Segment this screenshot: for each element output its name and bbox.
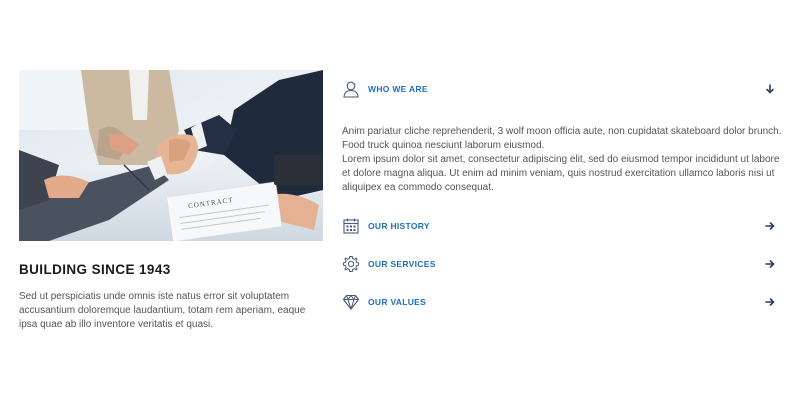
arrow-right-icon[interactable] bbox=[764, 258, 776, 270]
accordion: WHO WE ARE Anim pariatur cliche reprehen… bbox=[342, 78, 782, 313]
arrow-right-icon[interactable] bbox=[764, 220, 776, 232]
accordion-item-our-history[interactable]: OUR HISTORY bbox=[342, 215, 782, 237]
accordion-title: OUR HISTORY bbox=[368, 221, 430, 231]
diamond-icon bbox=[342, 293, 360, 311]
section-heading: BUILDING SINCE 1943 bbox=[19, 262, 171, 277]
panel-paragraph: Lorem ipsum dolor sit amet, consectetur … bbox=[342, 154, 780, 193]
accordion-item-our-services[interactable]: OUR SERVICES bbox=[342, 253, 782, 275]
section-description: Sed ut perspiciatis unde omnis iste natu… bbox=[19, 291, 306, 330]
accordion-item-our-values[interactable]: OUR VALUES bbox=[342, 291, 782, 313]
accordion-item-who-we-are[interactable]: WHO WE ARE bbox=[342, 78, 782, 100]
accordion-panel-who-we-are: Anim pariatur cliche reprehenderit, 3 wo… bbox=[342, 125, 782, 195]
panel-paragraph: Anim pariatur cliche reprehenderit, 3 wo… bbox=[342, 126, 782, 151]
accordion-title: WHO WE ARE bbox=[368, 84, 428, 94]
arrow-right-icon[interactable] bbox=[764, 296, 776, 308]
arrow-down-icon[interactable] bbox=[764, 83, 776, 95]
feature-column: CONTRACT BUILDING SINCE 1943 Sed ut pers… bbox=[19, 70, 323, 332]
calendar-icon bbox=[342, 217, 360, 235]
accordion-title: OUR SERVICES bbox=[368, 259, 436, 269]
user-icon bbox=[342, 80, 360, 98]
accordion-title: OUR VALUES bbox=[368, 297, 427, 307]
gear-icon bbox=[342, 255, 360, 273]
business-handshake-photo: CONTRACT bbox=[19, 70, 323, 241]
